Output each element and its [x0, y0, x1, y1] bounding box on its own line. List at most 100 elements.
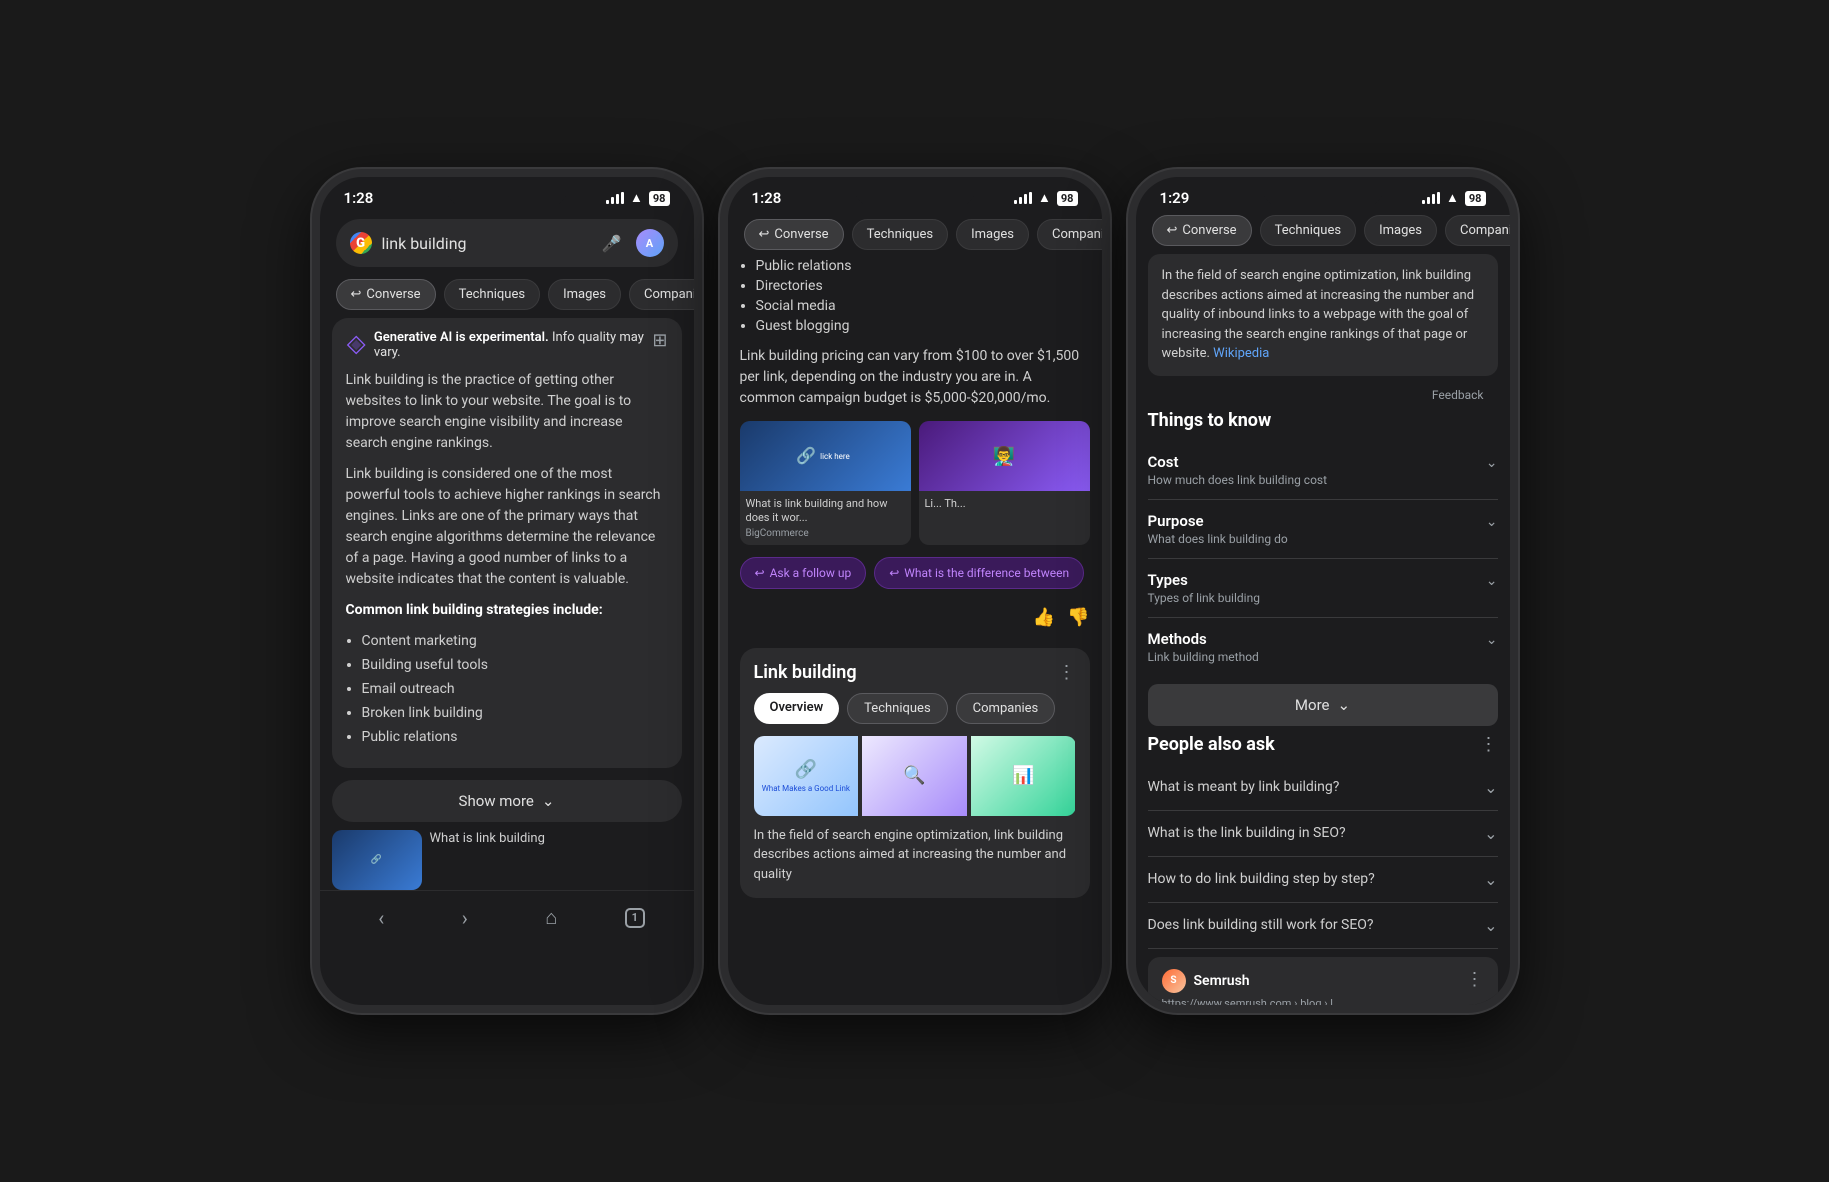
mic-icon-1[interactable]: 🎤 [598, 229, 626, 257]
semrush-info-3: S Semrush https://www.semrush.com › blog… [1162, 969, 1466, 1006]
video-thumb-blue: 🔗 lick here [740, 421, 911, 491]
video-card-0[interactable]: 🔗 lick here What is link building and ho… [740, 421, 911, 545]
semrush-dots-icon[interactable]: ⋮ [1466, 969, 1484, 990]
ai-logo-1: Generative AI is experimental. Info qual… [346, 330, 653, 360]
tab-techniques-1[interactable]: Techniques [444, 279, 541, 310]
link-building-section-2: Link building ⋮ Overview Techniques Comp… [740, 648, 1090, 899]
semrush-result-3[interactable]: S Semrush https://www.semrush.com › blog… [1148, 957, 1498, 1006]
converse-label-3: Converse [1182, 223, 1236, 238]
bullet-item-2: Social media [756, 298, 1090, 314]
forward-button-1[interactable]: › [452, 900, 478, 936]
paa-item-3[interactable]: Does link building still work for SEO? ⌄ [1148, 903, 1498, 949]
types-subtitle: Types of link building [1148, 591, 1260, 605]
status-right-3: ▲ 98 [1422, 190, 1486, 206]
paa-item-2[interactable]: How to do link building step by step? ⌄ [1148, 857, 1498, 903]
tab-companies-2[interactable]: Companies [1037, 219, 1102, 250]
time-1: 1:28 [344, 189, 374, 207]
thumbs-down-btn[interactable]: 👎 [1067, 607, 1089, 628]
cost-chevron-icon: ⌄ [1486, 455, 1498, 471]
paa-chevron-3: ⌄ [1484, 916, 1497, 935]
video-title-1: Li... Th... [925, 497, 1084, 511]
tab-companies-1[interactable]: Companies [629, 279, 694, 310]
converse-icon-3: ↩ [1167, 223, 1178, 238]
techniques-tab-2[interactable]: Techniques [847, 693, 948, 724]
phone3-scroll: In the field of search engine optimizati… [1136, 254, 1510, 1005]
video-preview-row-1: 🔗 What is link building [332, 830, 682, 890]
three-dots-icon-2[interactable]: ⋮ [1058, 662, 1076, 683]
companies-tab-2[interactable]: Companies [956, 693, 1056, 724]
tab-techniques-3[interactable]: Techniques [1260, 215, 1357, 246]
video-source-0: BigCommerce [746, 528, 905, 539]
video-card-1[interactable]: 👨‍🏫 Li... Th... [919, 421, 1090, 545]
tab-techniques-2[interactable]: Techniques [852, 219, 949, 250]
paa-item-0[interactable]: What is meant by link building? ⌄ [1148, 765, 1498, 811]
tab-images-2[interactable]: Images [956, 219, 1029, 250]
search-bar-1[interactable]: G link building 🎤 A [336, 219, 678, 267]
tab-converse-3[interactable]: ↩ Converse [1152, 215, 1252, 246]
time-2: 1:28 [752, 189, 782, 207]
wifi-icon-2: ▲ [1038, 190, 1051, 206]
ai-para-1: Link building is the practice of getting… [346, 370, 668, 454]
list-item-1: Building useful tools [362, 655, 668, 676]
tab-images-3[interactable]: Images [1364, 215, 1437, 246]
ai-body-1: Link building is the practice of getting… [346, 370, 668, 748]
difference-btn[interactable]: ↩ What is the difference between [874, 557, 1084, 589]
tab-companies-3[interactable]: Companies [1445, 215, 1510, 246]
video-info-1: Li... Th... [919, 491, 1090, 517]
techniques-label-3: Techniques [1275, 223, 1342, 238]
list-item-0: Content marketing [362, 631, 668, 652]
tab-converse-1[interactable]: ↩ Converse [336, 279, 436, 310]
overview-tab-active[interactable]: Overview [754, 693, 840, 724]
ai-section-1: Generative AI is experimental. Info qual… [332, 318, 682, 768]
video-title-0: What is link building and how does it wo… [746, 497, 905, 526]
feedback-link-3[interactable]: Feedback [1148, 384, 1498, 410]
avatar-1[interactable]: A [636, 229, 664, 257]
purpose-item[interactable]: Purpose What does link building do ⌄ [1148, 500, 1498, 559]
phone-2: 1:28 ▶ ▲ 98 ↩ Converse Techn [720, 169, 1110, 1013]
paa-dots-icon[interactable]: ⋮ [1480, 734, 1498, 755]
semrush-logo-icon: S [1162, 969, 1186, 993]
types-item[interactable]: Types Types of link building ⌄ [1148, 559, 1498, 618]
video-thumb-purple: 👨‍🏫 [919, 421, 1090, 491]
tab-images-1[interactable]: Images [548, 279, 621, 310]
wifi-icon-1: ▲ [630, 190, 643, 206]
cost-item[interactable]: Cost How much does link building cost ⌄ [1148, 441, 1498, 500]
list-item-2: Email outreach [362, 679, 668, 700]
methods-subtitle: Link building method [1148, 650, 1259, 664]
time-3: 1:29 [1160, 189, 1190, 207]
more-button-3[interactable]: More ⌄ [1148, 684, 1498, 726]
semrush-brand-row: S Semrush [1162, 969, 1466, 993]
list-item-3: Broken link building [362, 703, 668, 724]
show-more-button[interactable]: Show more ⌄ [332, 780, 682, 822]
home-button-1[interactable]: ⌂ [535, 899, 567, 936]
paa-question-1: What is the link building in SEO? [1148, 825, 1485, 841]
paa-question-3: Does link building still work for SEO? [1148, 917, 1485, 933]
thumbs-up-btn[interactable]: 👍 [1033, 607, 1055, 628]
follow-up-row-2: ↩ Ask a follow up ↩ What is the differen… [740, 557, 1090, 589]
phone2-content: ↩ Converse Techniques Images Companies P… [728, 211, 1102, 1005]
converse-label-1: Converse [366, 287, 420, 302]
ask-follow-up-btn[interactable]: ↩ Ask a follow up [740, 557, 867, 589]
ai-grid-icon-1[interactable]: ⊞ [652, 330, 667, 351]
paa-chevron-0: ⌄ [1484, 778, 1497, 797]
video-thumb-1[interactable]: 🔗 [332, 830, 422, 890]
paa-item-1[interactable]: What is the link building in SEO? ⌄ [1148, 811, 1498, 857]
more-label-3: More [1295, 696, 1330, 714]
cost-subtitle: How much does link building cost [1148, 473, 1328, 487]
back-button-1[interactable]: ‹ [368, 900, 394, 936]
converse-label-2: Converse [774, 227, 828, 242]
methods-item[interactable]: Methods Link building method ⌄ [1148, 618, 1498, 676]
bullet-list-2: Public relations Directories Social medi… [740, 258, 1090, 334]
signal-icon-1 [606, 192, 624, 204]
bullet-item-0: Public relations [756, 258, 1090, 274]
notch-1 [447, 177, 567, 207]
follow-up-icon: ↩ [755, 566, 765, 580]
paa-question-2: How to do link building step by step? [1148, 871, 1485, 887]
battery-icon-3: 98 [1465, 191, 1486, 206]
wiki-link-3[interactable]: Wikipedia [1213, 346, 1269, 361]
wiki-desc-3: In the field of search engine optimizati… [1148, 254, 1498, 376]
tab-converse-2[interactable]: ↩ Converse [744, 219, 844, 250]
ai-list-1: Content marketing Building useful tools … [346, 631, 668, 748]
search-input-1[interactable]: link building [382, 234, 588, 253]
tabs-button-1[interactable]: 1 [625, 908, 645, 928]
